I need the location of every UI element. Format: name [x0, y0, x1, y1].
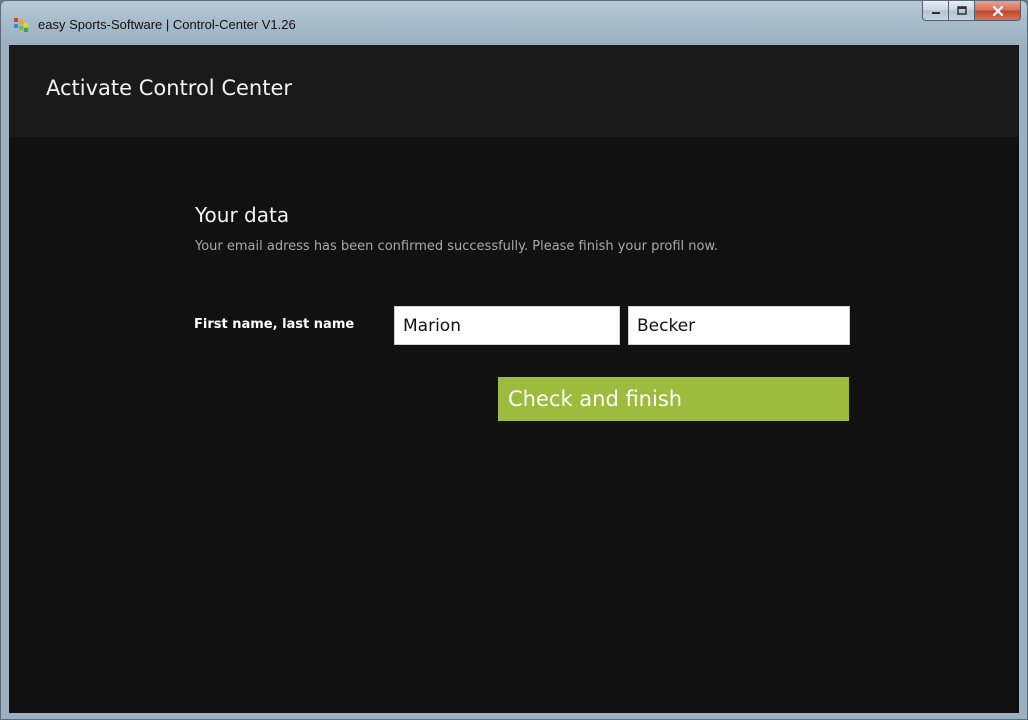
- check-and-finish-button[interactable]: Check and finish: [498, 377, 849, 421]
- maximize-button[interactable]: [949, 1, 975, 21]
- close-button[interactable]: [975, 1, 1021, 21]
- first-name-input[interactable]: [394, 306, 620, 345]
- maximize-icon: [956, 5, 968, 16]
- client-area: Activate Control Center Your data Your e…: [9, 45, 1019, 713]
- last-name-input[interactable]: [628, 306, 850, 345]
- minimize-button[interactable]: [922, 1, 949, 21]
- app-logo-icon: [13, 17, 31, 33]
- section-title: Your data: [195, 203, 290, 227]
- window-controls: [922, 1, 1021, 23]
- section-subtitle: Your email adress has been confirmed suc…: [195, 239, 719, 254]
- page-header: Activate Control Center: [9, 45, 1019, 137]
- title-bar[interactable]: easy Sports-Software | Control-Center V1…: [1, 1, 1027, 45]
- page-title: Activate Control Center: [46, 76, 293, 100]
- window-title: easy Sports-Software | Control-Center V1…: [38, 17, 296, 32]
- name-field-label: First name, last name: [194, 317, 355, 332]
- app-window: easy Sports-Software | Control-Center V1…: [0, 0, 1028, 720]
- close-icon: [992, 5, 1004, 16]
- minimize-icon: [930, 6, 942, 16]
